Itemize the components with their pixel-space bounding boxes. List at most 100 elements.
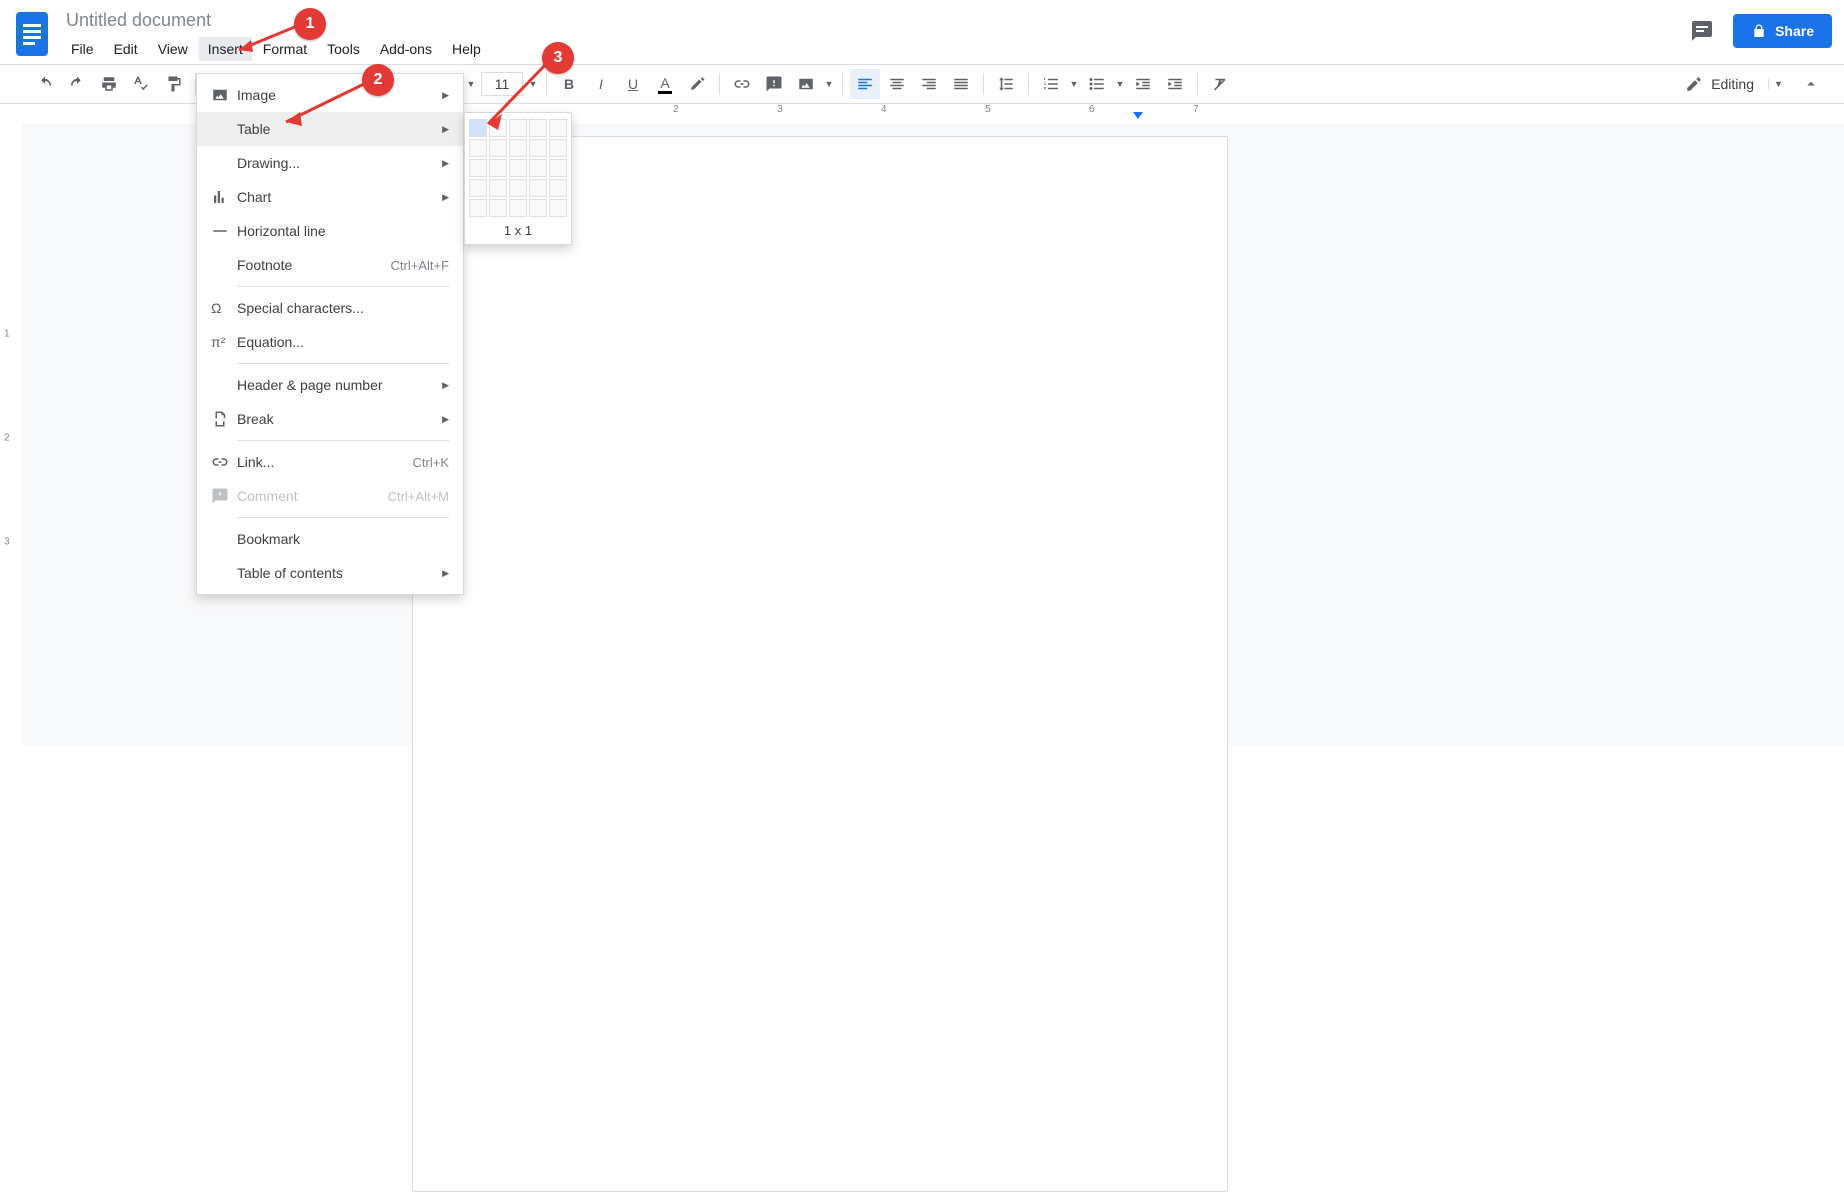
table-grid-cell[interactable] (489, 179, 507, 197)
table-grid-cell[interactable] (509, 159, 527, 177)
menu-item-special-characters[interactable]: Ω Special characters... (197, 291, 463, 325)
dropdown-arrow-icon[interactable]: ▼ (1068, 79, 1080, 89)
menu-tools[interactable]: Tools (318, 37, 369, 61)
table-grid-cell[interactable] (489, 199, 507, 217)
bulleted-list-button[interactable] (1082, 69, 1112, 99)
menu-item-footnote[interactable]: Footnote Ctrl+Alt+F (197, 248, 463, 282)
insert-link-button[interactable] (727, 69, 757, 99)
table-grid-cell[interactable] (549, 139, 567, 157)
menu-item-header-pagenumber[interactable]: Header & page number ▶ (197, 368, 463, 402)
dropdown-arrow-icon[interactable]: ▼ (465, 79, 477, 89)
collapse-toolbar-button[interactable] (1796, 69, 1826, 99)
menu-item-equation[interactable]: π² Equation... (197, 325, 463, 359)
open-comments-icon[interactable] (1689, 18, 1715, 44)
menu-item-label: Link... (237, 454, 413, 470)
menu-item-label: Break (237, 411, 436, 427)
numbered-list-button[interactable] (1036, 69, 1066, 99)
clear-formatting-button[interactable] (1205, 69, 1235, 99)
menu-item-table-of-contents[interactable]: Table of contents ▶ (197, 556, 463, 590)
table-grid-cell[interactable] (489, 139, 507, 157)
table-grid-cell[interactable] (549, 179, 567, 197)
italic-button[interactable]: I (586, 69, 616, 99)
horizontal-ruler[interactable]: 2 3 4 5 6 7 (453, 104, 1453, 122)
table-grid-cell[interactable] (469, 159, 487, 177)
insert-image-button[interactable] (791, 69, 821, 99)
menu-item-label: Chart (237, 189, 436, 205)
ruler-number: 1 (4, 329, 10, 340)
document-page[interactable] (412, 136, 1228, 1192)
align-justify-button[interactable] (946, 69, 976, 99)
share-button[interactable]: Share (1733, 14, 1832, 48)
insert-comment-button[interactable] (759, 69, 789, 99)
menu-item-image[interactable]: Image ▶ (197, 78, 463, 112)
right-indent-marker[interactable] (1133, 112, 1143, 119)
table-grid-cell[interactable] (549, 199, 567, 217)
table-grid-cell[interactable] (509, 199, 527, 217)
menu-item-chart[interactable]: Chart ▶ (197, 180, 463, 214)
menu-item-break[interactable]: Break ▶ (197, 402, 463, 436)
menu-item-table[interactable]: Table ▶ (197, 112, 463, 146)
menu-format[interactable]: Format (254, 37, 316, 61)
table-grid[interactable] (469, 119, 567, 217)
underline-button[interactable]: U (618, 69, 648, 99)
align-left-button[interactable] (850, 69, 880, 99)
table-grid-cell[interactable] (529, 199, 547, 217)
pencil-icon (1685, 75, 1703, 93)
document-title[interactable]: Untitled document (62, 8, 490, 33)
editing-mode-label: Editing (1711, 76, 1754, 92)
table-grid-cell[interactable] (529, 159, 547, 177)
increase-indent-button[interactable] (1160, 69, 1190, 99)
editing-mode-button[interactable]: Editing ▼ (1677, 71, 1788, 97)
menu-item-horizontal-line[interactable]: Horizontal line (197, 214, 463, 248)
table-grid-cell[interactable] (489, 119, 507, 137)
menu-file[interactable]: File (62, 37, 103, 61)
menu-edit[interactable]: Edit (105, 37, 147, 61)
menu-item-drawing[interactable]: Drawing... ▶ (197, 146, 463, 180)
submenu-arrow-icon: ▶ (436, 568, 449, 579)
docs-logo-icon[interactable] (12, 8, 52, 60)
dropdown-arrow-icon[interactable]: ▼ (527, 79, 539, 89)
table-grid-cell[interactable] (469, 139, 487, 157)
paint-format-button[interactable] (158, 69, 188, 99)
menu-item-label: Header & page number (237, 377, 436, 393)
table-grid-cell[interactable] (469, 179, 487, 197)
text-color-button[interactable]: A (650, 69, 680, 99)
table-grid-cell[interactable] (529, 119, 547, 137)
menu-help[interactable]: Help (443, 37, 490, 61)
chart-icon (211, 188, 237, 206)
ruler-number: 4 (881, 104, 887, 115)
dropdown-arrow-icon[interactable]: ▼ (1768, 79, 1780, 89)
table-grid-cell[interactable] (549, 119, 567, 137)
menu-item-link[interactable]: Link... Ctrl+K (197, 445, 463, 479)
dropdown-arrow-icon[interactable]: ▼ (1114, 79, 1126, 89)
menu-addons[interactable]: Add-ons (371, 37, 441, 61)
menu-item-bookmark[interactable]: Bookmark (197, 522, 463, 556)
align-center-button[interactable] (882, 69, 912, 99)
menu-insert[interactable]: Insert (199, 37, 252, 61)
ruler-number: 6 (1089, 104, 1095, 115)
table-grid-cell[interactable] (549, 159, 567, 177)
table-grid-cell[interactable] (529, 139, 547, 157)
pi-icon: π² (211, 334, 237, 350)
ruler-number: 5 (985, 104, 991, 115)
table-grid-cell[interactable] (509, 139, 527, 157)
table-grid-cell[interactable] (469, 119, 487, 137)
dropdown-arrow-icon[interactable]: ▼ (823, 79, 835, 89)
font-size-input[interactable]: 11 (481, 72, 523, 96)
spellcheck-button[interactable] (126, 69, 156, 99)
table-grid-cell[interactable] (529, 179, 547, 197)
print-button[interactable] (94, 69, 124, 99)
decrease-indent-button[interactable] (1128, 69, 1158, 99)
menu-view[interactable]: View (149, 37, 197, 61)
menu-item-label: Horizontal line (237, 223, 449, 239)
undo-button[interactable] (30, 69, 60, 99)
table-grid-cell[interactable] (509, 119, 527, 137)
highlight-button[interactable] (682, 69, 712, 99)
vertical-ruler[interactable]: 1 2 3 (0, 124, 22, 746)
table-grid-cell[interactable] (509, 179, 527, 197)
table-grid-cell[interactable] (469, 199, 487, 217)
redo-button[interactable] (62, 69, 92, 99)
line-spacing-button[interactable] (991, 69, 1021, 99)
table-grid-cell[interactable] (489, 159, 507, 177)
align-right-button[interactable] (914, 69, 944, 99)
